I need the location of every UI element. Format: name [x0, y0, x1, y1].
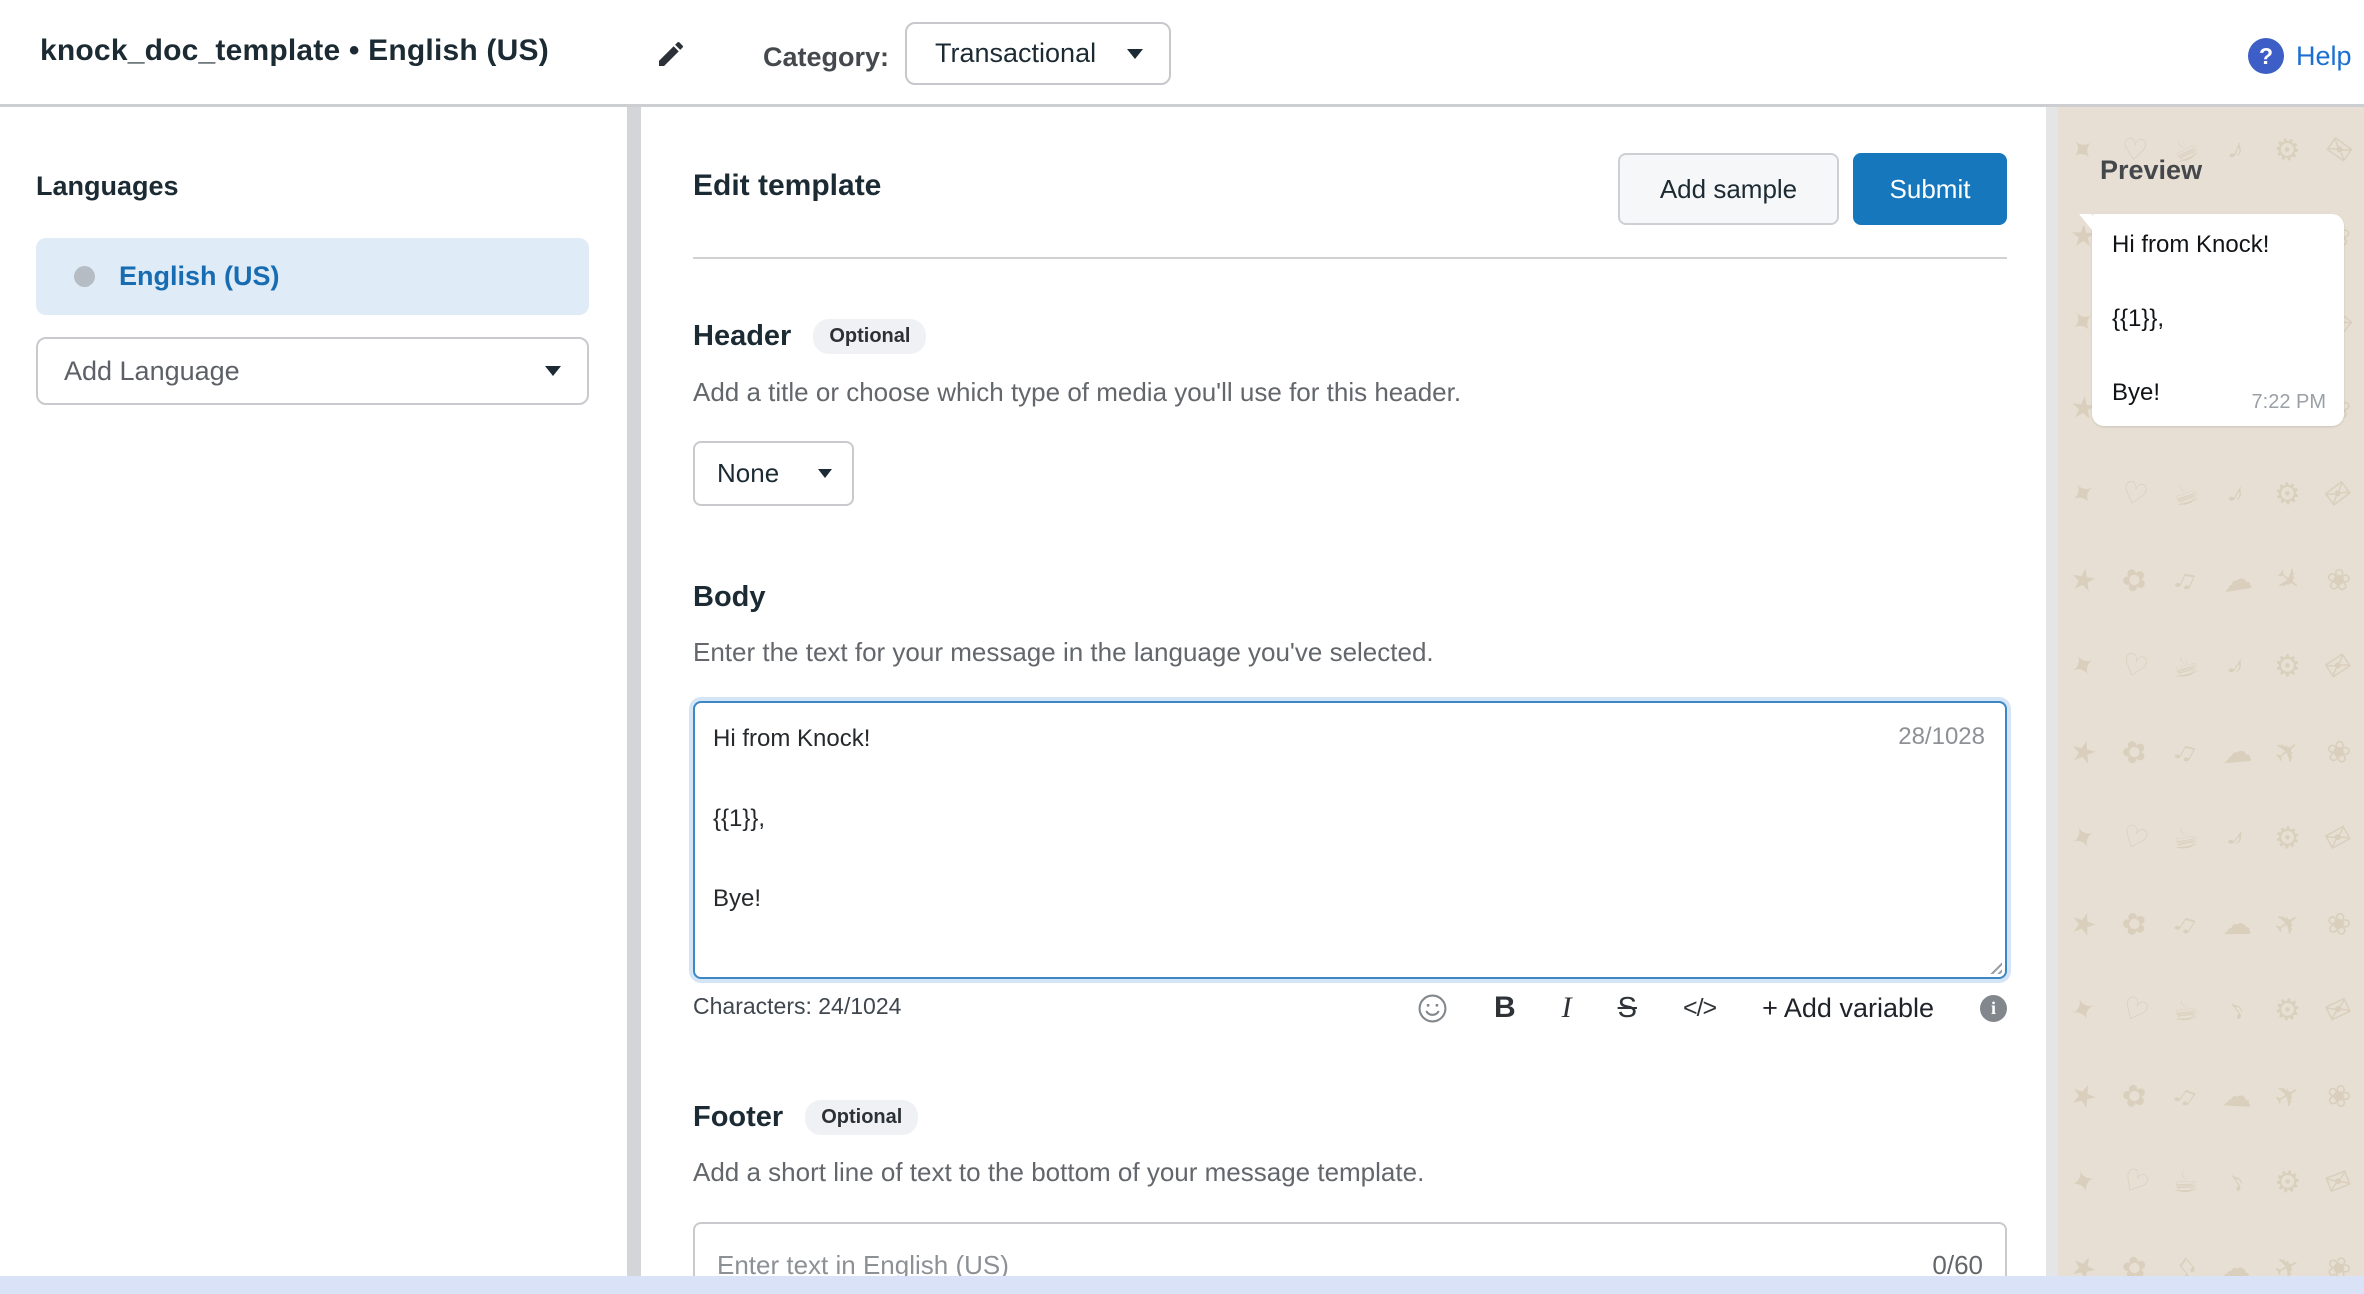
chevron-down-icon: [545, 366, 561, 376]
footer-title: Footer: [693, 1101, 783, 1134]
optional-badge: Optional: [805, 1100, 918, 1135]
message-bubble: Hi from Knock! {{1}}, Bye! 7:22 PM: [2092, 214, 2344, 426]
add-language-placeholder: Add Language: [64, 356, 240, 387]
chevron-down-icon: [818, 469, 832, 478]
add-language-dropdown[interactable]: Add Language: [36, 337, 589, 405]
category-value: Transactional: [935, 38, 1096, 69]
footer-section-heading: Footer Optional: [693, 1100, 918, 1135]
message-line: {{1}},: [2112, 304, 2324, 334]
body-description: Enter the text for your message in the l…: [693, 637, 1434, 668]
header-title: Header: [693, 320, 791, 353]
sidebar-item-english-us[interactable]: English (US): [36, 238, 589, 315]
edit-title-button[interactable]: [655, 38, 687, 70]
italic-button[interactable]: I: [1562, 991, 1572, 1025]
emoji-button[interactable]: [1417, 993, 1448, 1024]
chevron-down-icon: [1127, 49, 1143, 59]
code-button[interactable]: </>: [1683, 994, 1716, 1023]
help-label: Help: [2296, 41, 2352, 72]
bottom-strip: [0, 1276, 2364, 1294]
strikethrough-button[interactable]: S: [1618, 992, 1637, 1025]
info-icon[interactable]: i: [1980, 995, 2007, 1022]
language-status-dot-icon: [74, 266, 95, 287]
sidebar-scrollbar[interactable]: [627, 107, 641, 1294]
header-type-dropdown[interactable]: None: [693, 441, 854, 506]
pencil-icon: [655, 38, 687, 70]
body-section-heading: Body: [693, 581, 766, 614]
submit-button[interactable]: Submit: [1853, 153, 2007, 225]
page-title: Edit template: [693, 169, 881, 203]
optional-badge: Optional: [813, 319, 926, 354]
edit-template-panel: Edit template Add sample Submit Header O…: [641, 107, 2046, 1294]
body-toolbar: Characters: 24/1024 B I S </> + A: [693, 981, 2007, 1035]
footer-description: Add a short line of text to the bottom o…: [693, 1157, 1424, 1188]
section-divider: [693, 257, 2007, 259]
header-section-heading: Header Optional: [693, 319, 926, 354]
add-variable-button[interactable]: + Add variable: [1762, 993, 1934, 1024]
smiley-icon: [1417, 993, 1448, 1024]
message-timestamp: 7:22 PM: [2252, 391, 2326, 414]
bold-button[interactable]: B: [1494, 991, 1516, 1025]
header-description: Add a title or choose which type of medi…: [693, 377, 1461, 408]
preview-heading: Preview: [2100, 155, 2202, 186]
bubble-tail: [2079, 214, 2092, 230]
languages-heading: Languages: [36, 171, 179, 202]
languages-sidebar: Languages English (US) Add Language: [0, 107, 627, 1294]
characters-count-label: Characters: 24/1024: [693, 993, 901, 1020]
body-title: Body: [693, 581, 766, 614]
top-bar: knock_doc_template • English (US) Catego…: [0, 0, 2364, 107]
category-dropdown[interactable]: Transactional: [905, 22, 1171, 85]
language-label: English (US): [119, 261, 280, 292]
body-textarea-wrapper: 28/1028: [693, 701, 2007, 979]
category-label: Category:: [763, 42, 889, 73]
header-type-value: None: [717, 458, 779, 489]
preview-panel: ✦♡☕♪⚙✉★✿♫☁✈❀✦♡☕♪⚙✉★✿♫☁✈❀✦♡☕♪⚙✉★✿♫☁✈❀✦♡☕♪…: [2058, 107, 2364, 1294]
message-line: Hi from Knock!: [2112, 230, 2324, 260]
help-link[interactable]: ? Help: [2248, 38, 2352, 74]
editor-scrollbar[interactable]: [2046, 107, 2058, 1294]
add-sample-button[interactable]: Add sample: [1618, 153, 1839, 225]
body-char-counter: 28/1028: [1898, 723, 1985, 751]
template-title: knock_doc_template • English (US): [40, 34, 549, 68]
question-mark-icon: ?: [2248, 38, 2284, 74]
body-textarea[interactable]: [693, 701, 2007, 979]
template-editor-screen: knock_doc_template • English (US) Catego…: [0, 0, 2364, 1294]
